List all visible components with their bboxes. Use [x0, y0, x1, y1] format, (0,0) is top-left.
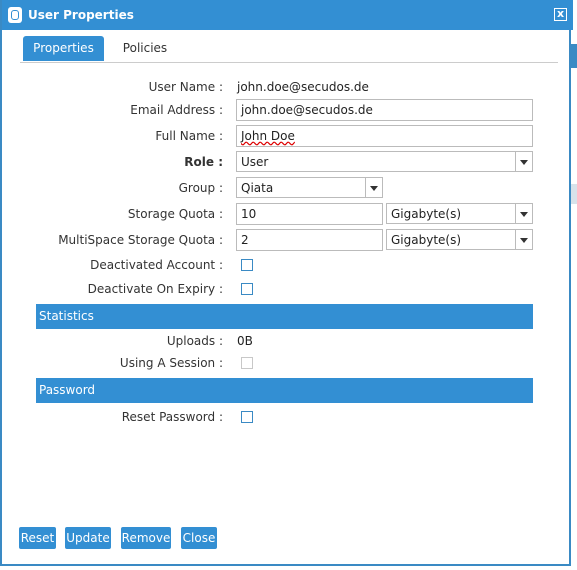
- email-field[interactable]: john.doe@secudos.de: [236, 99, 533, 121]
- chevron-down-icon[interactable]: [365, 178, 382, 197]
- dialog-titlebar[interactable]: User Properties x: [2, 0, 573, 30]
- role-select[interactable]: User: [236, 151, 533, 172]
- multispace-quota-label: MultiSpace Storage Quota :: [58, 233, 223, 247]
- close-icon[interactable]: x: [554, 8, 567, 21]
- using-session-label: Using A Session :: [119, 356, 223, 370]
- user-properties-dialog: User Properties x Properties Policies Us…: [0, 0, 573, 566]
- group-value: Qiata: [241, 181, 274, 195]
- group-select[interactable]: Qiata: [236, 177, 383, 198]
- remove-button[interactable]: Remove: [121, 527, 171, 549]
- deactivated-account-checkbox[interactable]: [241, 259, 253, 271]
- reset-button[interactable]: Reset: [19, 527, 56, 549]
- storage-quota-field[interactable]: 10: [236, 203, 383, 225]
- user-name-value: john.doe@secudos.de: [237, 80, 369, 94]
- role-label: Role :: [184, 155, 223, 169]
- deactivated-account-label: Deactivated Account :: [90, 258, 223, 272]
- chevron-down-icon[interactable]: [515, 152, 532, 171]
- using-session-checkbox: [241, 357, 253, 369]
- password-section-header: Password: [36, 378, 533, 403]
- full-name-field[interactable]: John Doe: [236, 125, 533, 147]
- deactivate-on-expiry-label: Deactivate On Expiry :: [87, 282, 223, 296]
- full-name-value: John Doe: [241, 129, 295, 143]
- deactivate-on-expiry-checkbox[interactable]: [241, 283, 253, 295]
- close-button[interactable]: Close: [181, 527, 217, 549]
- multispace-quota-unit-select[interactable]: Gigabyte(s): [386, 229, 533, 250]
- statistics-section-header: Statistics: [36, 304, 533, 329]
- app-logo-icon: [8, 7, 22, 23]
- update-button[interactable]: Update: [65, 527, 111, 549]
- storage-quota-unit-value: Gigabyte(s): [391, 207, 462, 221]
- background-app-strip-lower: [571, 184, 577, 204]
- multispace-quota-field[interactable]: 2: [236, 229, 383, 251]
- storage-quota-label: Storage Quota :: [127, 207, 223, 221]
- dialog-title: User Properties: [28, 8, 134, 22]
- reset-password-label: Reset Password :: [121, 410, 223, 424]
- chevron-down-icon[interactable]: [515, 230, 532, 249]
- storage-quota-unit-select[interactable]: Gigabyte(s): [386, 203, 533, 224]
- background-app-strip: [571, 44, 577, 68]
- reset-password-checkbox[interactable]: [241, 411, 253, 423]
- tab-bar: Properties Policies: [20, 36, 558, 63]
- email-label: Email Address :: [130, 103, 223, 117]
- tab-policies[interactable]: Policies: [115, 36, 175, 61]
- group-label: Group :: [178, 181, 223, 195]
- user-name-label: User Name :: [148, 80, 223, 94]
- uploads-label: Uploads :: [166, 334, 223, 348]
- chevron-down-icon[interactable]: [515, 204, 532, 223]
- uploads-value: 0B: [237, 334, 253, 348]
- tab-properties[interactable]: Properties: [23, 36, 104, 61]
- role-value: User: [241, 155, 269, 169]
- full-name-label: Full Name :: [155, 129, 223, 143]
- multispace-quota-unit-value: Gigabyte(s): [391, 233, 462, 247]
